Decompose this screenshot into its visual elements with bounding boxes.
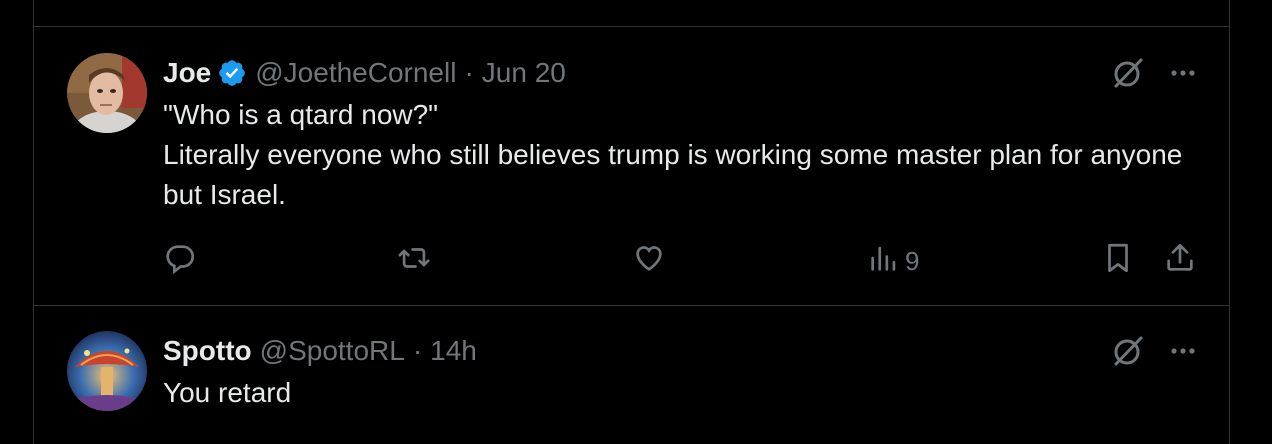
post-header-actions bbox=[1111, 331, 1199, 371]
post-spotto[interactable]: Spotto @SpottoRL · 14h You retard bbox=[34, 306, 1229, 444]
repost-icon bbox=[397, 241, 431, 282]
post-header: Joe @JoetheCornell · Jun 20 bbox=[163, 53, 1199, 93]
like-button[interactable] bbox=[632, 241, 666, 281]
more-icon[interactable] bbox=[1167, 57, 1199, 89]
timeline-column: Joe @JoetheCornell · Jun 20 "Who is a qt… bbox=[33, 0, 1230, 444]
post-time[interactable]: Jun 20 bbox=[482, 57, 566, 89]
separator: · bbox=[412, 335, 423, 366]
post-text: You retard bbox=[163, 373, 1199, 413]
views-button[interactable]: 9 bbox=[867, 241, 919, 281]
heart-icon bbox=[632, 241, 666, 282]
verified-badge-icon[interactable] bbox=[217, 58, 247, 88]
avatar[interactable] bbox=[67, 331, 147, 411]
avatar[interactable] bbox=[67, 53, 147, 133]
post-text-line: You retard bbox=[163, 377, 292, 408]
post-text: "Who is a qtard now?" Literally everyone… bbox=[163, 95, 1199, 215]
reply-icon bbox=[163, 241, 197, 282]
grok-icon[interactable] bbox=[1111, 56, 1145, 90]
separator: · bbox=[464, 57, 474, 88]
grok-icon[interactable] bbox=[1111, 334, 1145, 368]
share-icon bbox=[1163, 241, 1197, 282]
author-name[interactable]: Spotto bbox=[163, 335, 252, 367]
reply-button[interactable] bbox=[163, 241, 197, 281]
share-button[interactable] bbox=[1163, 241, 1197, 281]
more-icon[interactable] bbox=[1167, 335, 1199, 367]
author-handle[interactable]: @SpottoRL bbox=[260, 335, 405, 367]
post-actions: 9 bbox=[163, 241, 1199, 281]
bookmark-button[interactable] bbox=[1101, 241, 1135, 281]
post-header-actions bbox=[1111, 53, 1199, 93]
author-handle[interactable]: @JoetheCornell bbox=[255, 57, 456, 89]
post-joe[interactable]: Joe @JoetheCornell · Jun 20 "Who is a qt… bbox=[34, 27, 1229, 306]
post-time[interactable]: 14h bbox=[430, 335, 477, 367]
post-body: Spotto @SpottoRL · 14h You retard bbox=[163, 331, 1199, 413]
repost-button[interactable] bbox=[397, 241, 431, 281]
views-icon bbox=[867, 241, 901, 282]
post-text-line: "Who is a qtard now?" bbox=[163, 99, 439, 130]
bookmark-icon bbox=[1101, 241, 1135, 282]
author-name[interactable]: Joe bbox=[163, 57, 211, 89]
post-header: Spotto @SpottoRL · 14h bbox=[163, 331, 1199, 371]
views-count: 9 bbox=[905, 245, 920, 276]
post-text-line: Literally everyone who still believes tr… bbox=[163, 139, 1191, 210]
post-body: Joe @JoetheCornell · Jun 20 "Who is a qt… bbox=[163, 53, 1199, 215]
